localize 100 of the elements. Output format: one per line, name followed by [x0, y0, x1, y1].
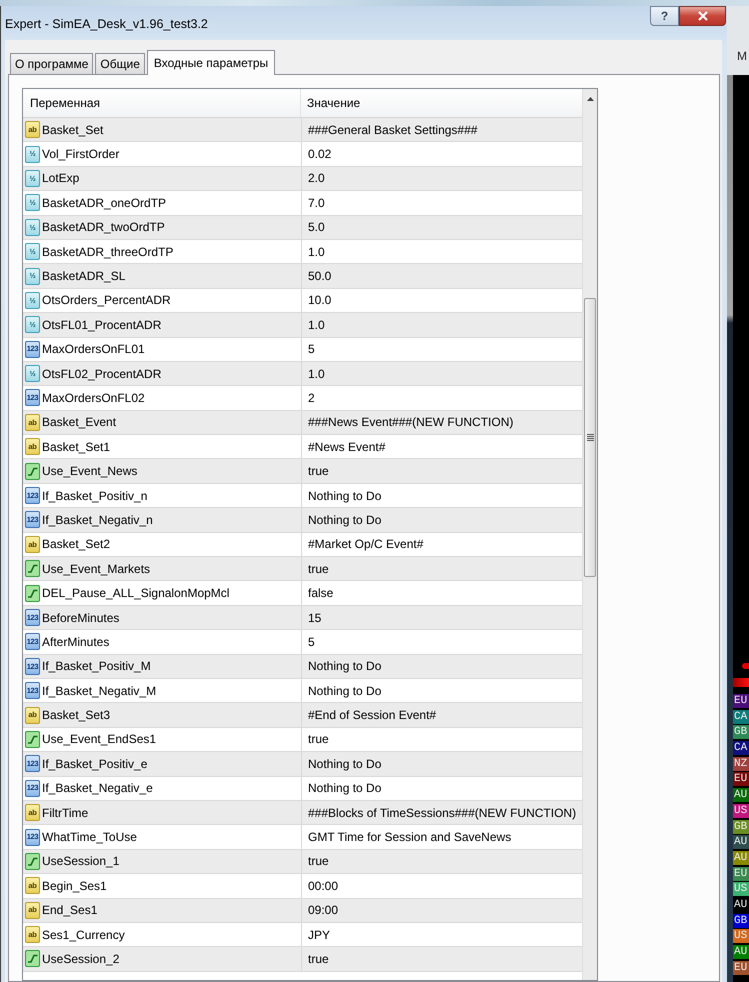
- currency-label: GB: [733, 820, 749, 834]
- tab[interactable]: О программе: [10, 53, 94, 74]
- parameter-value: true: [308, 731, 329, 748]
- parameter-value: GMT Time for Session and SaveNews: [308, 829, 512, 846]
- parameter-name: Ses1_Currency: [42, 926, 125, 944]
- parameter-name: Basket_Set1: [42, 438, 110, 456]
- parameter-row[interactable]: DEL_Pause_ALL_SignalonMopMcl false: [23, 581, 582, 606]
- parameter-value: Nothing to Do: [308, 658, 382, 676]
- currency-label: US: [733, 804, 749, 818]
- tab[interactable]: Общие: [95, 53, 145, 74]
- parameter-name: Use_Event_News: [42, 463, 138, 480]
- parameter-value: Nothing to Do: [308, 756, 382, 773]
- parameter-value: 09:00: [308, 902, 338, 920]
- parameter-name: DEL_Pause_ALL_SignalonMopMcl: [42, 585, 230, 602]
- parameter-name: If_Basket_Positiv_M: [42, 658, 151, 676]
- parameter-row[interactable]: UseSession_2 true: [23, 947, 582, 972]
- currency-label: GB: [733, 725, 749, 740]
- parameter-name: OtsFL02_ProcentADR: [42, 366, 162, 383]
- currency-label: NZ: [733, 756, 749, 771]
- parameter-value: 1.0: [308, 366, 325, 383]
- parameter-value: true: [308, 560, 329, 578]
- parameter-name: BeforeMinutes: [42, 610, 120, 626]
- parameter-value: 0.02: [308, 146, 332, 164]
- parameter-row[interactable]: Use_Event_News true: [23, 459, 582, 484]
- parameter-name: Begin_Ses1: [42, 878, 107, 895]
- scrollbar[interactable]: [582, 89, 597, 980]
- parameter-value: #End of Session Event#: [308, 707, 436, 724]
- parameter-name: If_Basket_Positiv_n: [42, 488, 148, 505]
- parameter-name: WhatTime_ToUse: [42, 829, 137, 846]
- currency-label: EU: [733, 960, 749, 975]
- parameter-name: If_Basket_Negativ_M: [42, 682, 156, 700]
- parameter-name: UseSession_1: [42, 853, 120, 870]
- parameter-value: 2: [308, 390, 315, 407]
- parameter-name: BasketADR_twoOrdTP: [42, 219, 165, 236]
- menu-item[interactable]: M: [737, 49, 747, 63]
- currency-label: US: [733, 929, 749, 944]
- parameter-value: 1.0: [308, 244, 325, 261]
- parameter-name: OtsOrders_PercentADR: [42, 292, 171, 310]
- parameter-value: 1.0: [308, 316, 325, 334]
- scrollbar-thumb[interactable]: [584, 298, 596, 577]
- parameter-name: MaxOrdersOnFL02: [42, 390, 145, 407]
- parameter-value: 00:00: [308, 878, 338, 895]
- parameter-value: 10.0: [308, 292, 332, 310]
- parameter-value: 7.0: [308, 194, 325, 212]
- parameter-value: true: [308, 853, 329, 870]
- parameter-name: Basket_Set: [42, 122, 104, 139]
- parameter-value: Nothing to Do: [308, 488, 382, 505]
- parameter-name: Use_Event_Markets: [42, 560, 150, 578]
- parameter-name: Basket_Set3: [42, 707, 110, 724]
- currency-label: AU: [733, 835, 749, 850]
- parameter-value: Nothing to Do: [308, 780, 382, 798]
- parameter-value: Nothing to Do: [308, 682, 382, 700]
- grip-icon: [586, 434, 594, 441]
- window-title: Expert - SimEA_Desk_v1.96_test3.2: [5, 16, 208, 33]
- parameter-value: ###News Event###(NEW FUNCTION): [308, 414, 514, 432]
- up-arrow-icon: [586, 97, 594, 101]
- currency-label: AU: [733, 945, 749, 959]
- parameter-value: 50.0: [308, 268, 332, 286]
- tab[interactable]: Входные параметры: [146, 50, 276, 75]
- parameter-name: Use_Event_EndSes1: [42, 731, 156, 748]
- parameter-name: If_Basket_Negativ_n: [42, 512, 153, 529]
- currency-label: AU: [733, 788, 749, 802]
- parameter-value: false: [308, 585, 334, 602]
- parameter-row[interactable]: UseSession_1 true: [23, 850, 582, 874]
- currency-label: EU: [733, 866, 749, 881]
- parameter-name: If_Basket_Negativ_e: [42, 780, 153, 798]
- close-icon: [698, 11, 708, 21]
- parameter-value: Nothing to Do: [308, 512, 382, 529]
- close-button[interactable]: [679, 6, 726, 26]
- parameter-name: Basket_Event: [42, 414, 116, 432]
- parameter-value: 2.0: [308, 170, 325, 188]
- parameter-name: Vol_FirstOrder: [42, 146, 120, 164]
- parameter-row[interactable]: Use_Event_Markets true: [23, 557, 582, 582]
- parameter-value: ###General Basket Settings###: [308, 122, 478, 139]
- currency-label: CA: [733, 741, 749, 756]
- parameter-name: OtsFL01_ProcentADR: [42, 316, 162, 334]
- indicator-bar: [733, 678, 749, 687]
- currency-label: AU: [733, 850, 749, 865]
- parameter-value: 15: [308, 610, 322, 626]
- parameter-name: AfterMinutes: [42, 634, 110, 651]
- parameter-name: If_Basket_Positiv_e: [42, 756, 148, 773]
- parameter-name: BasketADR_SL: [42, 268, 126, 286]
- parameter-value: #News Event#: [308, 438, 386, 456]
- parameter-value: #Market Op/C Event#: [308, 536, 424, 554]
- currency-label: EU: [733, 772, 749, 786]
- parameter-name: End_Ses1: [42, 902, 98, 920]
- parameter-value: ###Blocks of TimeSessions###(NEW FUNCTION): [308, 804, 576, 822]
- help-button[interactable]: ?: [650, 6, 679, 26]
- column-header[interactable]: Значение: [301, 89, 582, 117]
- currency-label: US: [733, 882, 749, 896]
- parameter-name: MaxOrdersOnFL01: [42, 341, 145, 358]
- parameter-row[interactable]: Use_Event_EndSes1 true: [23, 728, 582, 752]
- currency-label: EU: [733, 694, 749, 708]
- column-header[interactable]: Переменная: [23, 89, 301, 117]
- parameter-value: true: [308, 463, 329, 480]
- parameter-name: Basket_Set2: [42, 536, 110, 554]
- currency-label: GB: [733, 914, 749, 928]
- parameter-value: 5.0: [308, 219, 325, 236]
- currency-label: CA: [733, 710, 749, 724]
- parameter-name: LotExp: [42, 170, 80, 188]
